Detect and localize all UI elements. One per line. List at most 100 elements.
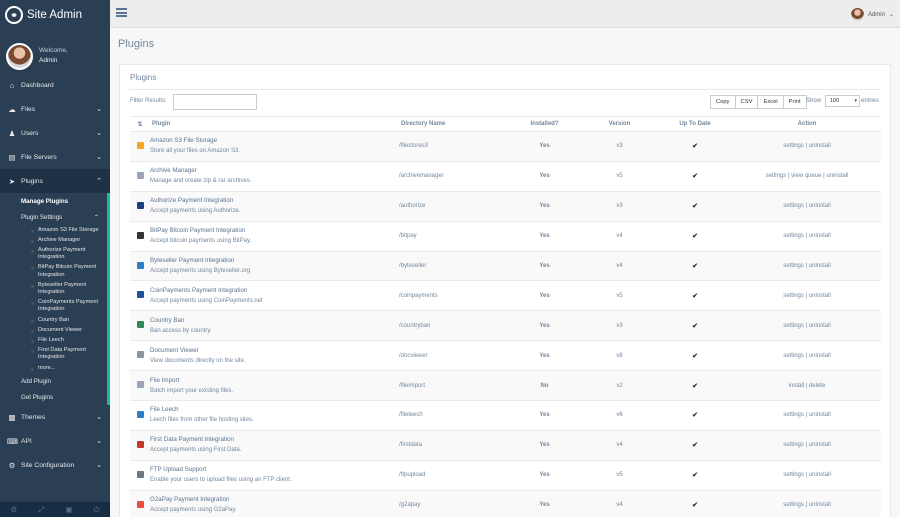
sidebar-subitem-plugin-settings[interactable]: Plugin Settings ⌃ [0, 209, 107, 225]
plugin-description: Enable your users to upload files using … [150, 477, 292, 484]
plugin-icon-cell [130, 340, 150, 372]
version: v8 [582, 340, 657, 372]
cloud-upload-icon: ☁ [8, 104, 16, 114]
column-header-up-to-date[interactable]: Up To Date [657, 116, 733, 132]
plugin-cell: Document Viewer View documents directly o… [150, 340, 399, 372]
plugin-icon [136, 351, 144, 359]
logo-icon: ⚭ [5, 6, 23, 24]
copy-button[interactable]: Copy [710, 95, 736, 109]
installed-status: No [507, 370, 582, 402]
plugin-icon [136, 470, 144, 478]
lock-icon[interactable]: ▣ [65, 505, 72, 514]
action-links[interactable]: settings | uninstall [733, 460, 881, 491]
plugin-settings-item[interactable]: BitPay Bitcoin Payment Integration [31, 263, 107, 280]
chevron-up-icon: ⌃ [96, 178, 102, 185]
sidebar-item-themes[interactable]: ▩ Themes ⌄ [0, 405, 110, 429]
sidebar-item-dashboard[interactable]: ⌂ Dashboard [0, 73, 110, 97]
installed-status: Yes [507, 161, 582, 192]
sidebar-item-users[interactable]: ♟ Users ⌄ [0, 121, 110, 145]
logout-icon[interactable]: ⏻ [93, 505, 99, 515]
plugin-cell: File Import Batch import your existing fi… [150, 370, 399, 402]
action-links[interactable]: settings | uninstall [733, 191, 881, 222]
up-to-date-cell: ✔ [657, 131, 733, 162]
action-links[interactable]: settings | uninstall [733, 340, 881, 372]
sidebar-item-plugins[interactable]: ➤ Plugins ⌃ [0, 169, 110, 193]
sidebar-item-label: Themes [21, 413, 46, 421]
sidebar-item-files[interactable]: ☁ Files ⌄ [0, 97, 110, 121]
action-links[interactable]: settings | uninstall [733, 251, 881, 282]
main-content: Plugins Plugins Filter Results: Copy CSV… [110, 28, 900, 517]
directory-name: /bitpay [399, 221, 507, 252]
plugin-settings-item[interactable]: Authorize Payment Integration [31, 245, 107, 262]
action-links[interactable]: settings | uninstall [733, 490, 881, 517]
excel-button[interactable]: Excel [757, 95, 784, 109]
table-row: File Import Batch import your existing fi… [130, 370, 881, 402]
plugin-settings-item[interactable]: Document Viewer [31, 325, 107, 335]
csv-button[interactable]: CSV [734, 95, 759, 109]
show-label: Show [806, 98, 822, 104]
fullscreen-icon[interactable]: ⤢ [38, 505, 44, 515]
sidebar-subitem-get-plugins[interactable]: Get Plugins [0, 389, 107, 405]
sidebar-item-site-configuration[interactable]: ⚙ Site Configuration ⌄ [0, 453, 110, 477]
print-button[interactable]: Print [782, 95, 807, 109]
action-links[interactable]: settings | uninstall [733, 430, 881, 461]
version: v4 [582, 490, 657, 517]
check-icon: ✔ [692, 502, 698, 510]
plugin-icon [136, 440, 144, 448]
brand[interactable]: ⚭ Site Admin [0, 0, 110, 30]
check-icon: ✔ [692, 322, 698, 330]
sidebar-subitem-label: Plugin Settings [21, 213, 63, 221]
action-links[interactable]: settings | uninstall [733, 221, 881, 252]
welcome-text: Welcome, [39, 47, 68, 54]
directory-name: /firstdata [399, 430, 507, 461]
plugin-name: File Leech [150, 406, 179, 414]
sidebar-item-file-servers[interactable]: ▤ File Servers ⌄ [0, 145, 110, 169]
column-header-directory[interactable]: Directory Name [399, 116, 507, 132]
plugin-settings-item[interactable]: First Data Payment Integration [31, 346, 107, 363]
column-header-installed[interactable]: Installed? [507, 116, 582, 132]
action-links[interactable]: settings | uninstall [733, 310, 881, 342]
user-menu[interactable]: Admin ⌄ [850, 8, 894, 21]
avatar [850, 8, 864, 21]
plugin-name: Amazon S3 File Storage [150, 137, 218, 145]
column-header-version[interactable]: Version [582, 116, 657, 132]
plugin-settings-item[interactable]: Country Ban [31, 315, 107, 325]
plugin-name: BitPay Bitcoin Payment Integration [150, 227, 246, 235]
action-links[interactable]: settings | uninstall [733, 131, 881, 162]
directory-name: /coinpayments [399, 280, 507, 312]
table-header-row: ⇅ Plugin Directory Name Installed? Versi… [130, 116, 881, 132]
directory-name: /filestores3 [399, 131, 507, 162]
column-header-action[interactable]: Action [733, 116, 881, 132]
plugin-settings-item[interactable]: Byteseller Payment Integration [31, 280, 107, 297]
page-size-select[interactable]: 100 ▾ [825, 95, 860, 107]
action-links[interactable]: settings | uninstall [733, 400, 881, 431]
sidebar-subitem-add-plugin[interactable]: Add Plugin [0, 373, 107, 389]
rocket-icon: ➤ [8, 176, 16, 186]
plugin-settings-more[interactable]: more... [31, 363, 107, 373]
check-icon: ✔ [692, 173, 698, 181]
chevron-down-icon: ⌄ [96, 438, 102, 446]
plugin-settings-item[interactable]: Archive Manager [31, 235, 107, 245]
plugin-settings-item[interactable]: Amazon S3 File Storage [31, 225, 107, 235]
plugin-settings-item[interactable]: File Leech [31, 335, 107, 345]
installed-status: Yes [507, 251, 582, 282]
up-to-date-cell: ✔ [657, 310, 733, 342]
plugin-cell: File Leech Leech files from other file ho… [150, 400, 399, 431]
plugin-icon [136, 410, 144, 418]
settings-icon[interactable]: ⚙ [11, 505, 18, 514]
menu-toggle-icon[interactable] [116, 8, 127, 17]
sidebar-item-api[interactable]: ⌨ API ⌄ [0, 429, 110, 453]
plugin-icon-cell [130, 430, 150, 461]
action-links[interactable]: settings | uninstall [733, 280, 881, 312]
action-links[interactable]: install | delete [733, 370, 881, 402]
plugin-settings-item[interactable]: CoinPayments Payment Integration [31, 298, 107, 315]
chevron-down-icon: ⌄ [96, 462, 102, 470]
filter-input[interactable] [173, 94, 257, 110]
installed-status: Yes [507, 430, 582, 461]
version: v4 [582, 251, 657, 282]
sidebar-subitem-manage-plugins[interactable]: Manage Plugins [0, 193, 107, 209]
action-links[interactable]: settings | view queue | uninstall [733, 161, 881, 192]
sort-icon[interactable]: ⇅ [130, 116, 150, 132]
chevron-down-icon: ⌄ [96, 106, 102, 113]
column-header-plugin[interactable]: Plugin [150, 116, 399, 132]
